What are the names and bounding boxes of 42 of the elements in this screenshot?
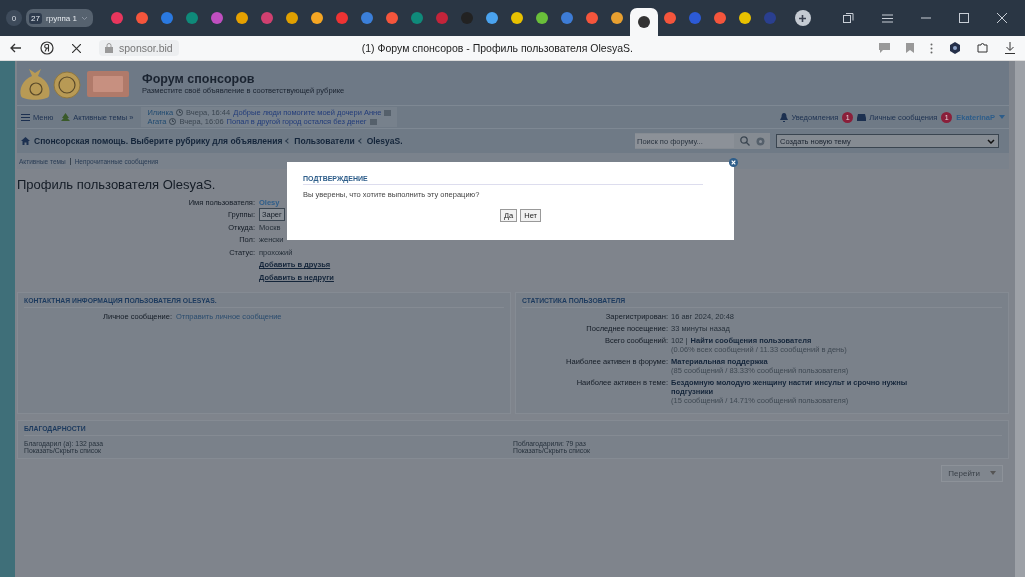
close-icon[interactable]: [72, 43, 81, 53]
tab-group-button[interactable]: 27 группа 1: [26, 9, 93, 27]
search-icon[interactable]: [740, 136, 750, 146]
profile-title: Профиль пользователя OlesyaS.: [17, 176, 216, 194]
scrollbar[interactable]: [1015, 61, 1025, 577]
plus-icon: [798, 13, 808, 23]
tabs-icon[interactable]: [843, 12, 854, 24]
inbox-icon: [857, 113, 867, 121]
menu-icon: [21, 113, 30, 121]
new-tab-button[interactable]: [794, 10, 811, 26]
maximize-icon[interactable]: [959, 13, 969, 23]
browser-tab[interactable]: [629, 8, 658, 36]
back-icon[interactable]: [10, 43, 22, 53]
bookmark-icon[interactable]: [906, 43, 914, 53]
caret-icon: [999, 115, 1005, 119]
breadcrumb-link[interactable]: Спонсорская помощь. Выберите рубрику для объявления: [34, 136, 283, 146]
breadcrumb-link[interactable]: OlesyaS.: [366, 136, 403, 146]
tab-group-counter[interactable]: 0: [6, 10, 22, 26]
bell-icon: [780, 112, 789, 122]
comment-icon[interactable]: [879, 43, 890, 53]
jump-button[interactable]: Перейти: [941, 464, 1003, 482]
browser-logo-icon[interactable]: [40, 41, 54, 55]
menu-icon[interactable]: [882, 13, 893, 23]
download-icon[interactable]: [1005, 42, 1015, 54]
clock-icon: [176, 109, 184, 116]
tree-icon: [61, 112, 71, 122]
breadcrumb-link[interactable]: Пользователи: [294, 136, 355, 146]
caret-icon: [80, 15, 88, 21]
clock-icon: [169, 118, 177, 125]
lock-icon: [105, 43, 113, 53]
caret-icon: [990, 471, 996, 475]
tab-group-label: группа 1: [45, 13, 77, 23]
home-icon: [21, 137, 30, 145]
chevron-down-icon: [987, 138, 995, 144]
tab-count-badge: 27: [29, 12, 42, 24]
close-icon[interactable]: [729, 158, 738, 167]
extension-icon[interactable]: [949, 42, 961, 54]
forum-title: Форум спонсоров: [142, 71, 256, 86]
more-icon[interactable]: [930, 42, 933, 54]
url-text: sponsor.bid: [119, 42, 173, 54]
page-title: (1) Форум спонсоров - Профиль пользователя OlesyaS.: [361, 42, 633, 54]
url-field[interactable]: sponsor.bid: [99, 40, 179, 56]
